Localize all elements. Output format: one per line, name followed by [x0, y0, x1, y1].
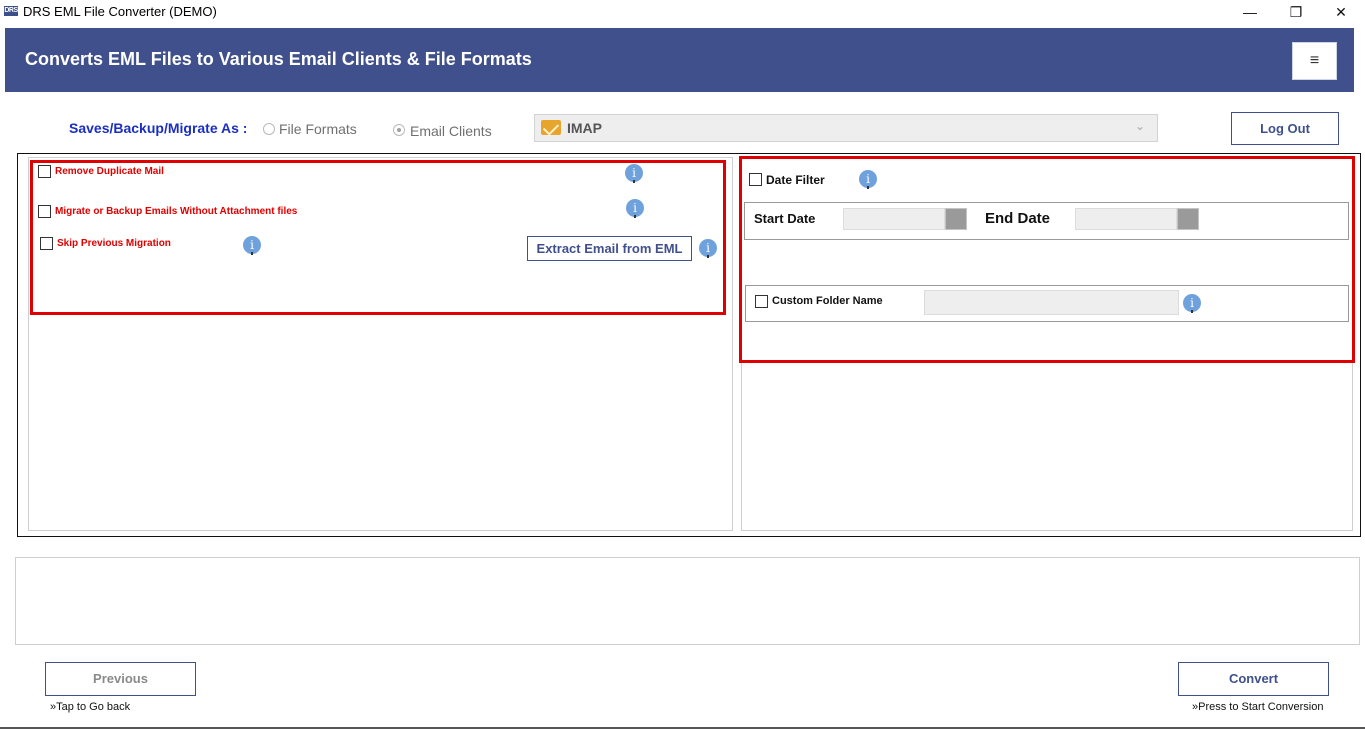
- window-title: DRS EML File Converter (DEMO): [23, 4, 217, 19]
- email-client-select[interactable]: IMAP ⌄: [534, 114, 1158, 142]
- info-icon[interactable]: i: [626, 199, 644, 218]
- end-date-label: End Date: [985, 210, 1051, 227]
- header-banner: Converts EML Files to Various Email Clie…: [5, 28, 1354, 92]
- start-date-label: Start Date: [754, 211, 816, 226]
- log-output-area: [15, 557, 1360, 645]
- info-icon[interactable]: i: [859, 170, 877, 189]
- without-attachment-label[interactable]: Migrate or Backup Emails Without Attachm…: [55, 206, 297, 217]
- remove-duplicate-checkbox[interactable]: [38, 165, 51, 178]
- calendar-icon[interactable]: [1177, 208, 1199, 230]
- hamburger-menu-button[interactable]: ≡: [1292, 42, 1337, 80]
- right-highlight-box: [739, 156, 1355, 363]
- imap-envelope-icon: [541, 120, 561, 135]
- window-titlebar: DRS DRS EML File Converter (DEMO) — ❐ ✕: [0, 0, 1365, 24]
- info-icon[interactable]: i: [625, 164, 643, 183]
- previous-button[interactable]: Previous: [45, 662, 196, 696]
- remove-duplicate-label[interactable]: Remove Duplicate Mail: [55, 166, 164, 177]
- skip-previous-checkbox[interactable]: [40, 237, 53, 250]
- start-date-field[interactable]: [843, 208, 945, 230]
- date-filter-checkbox[interactable]: [749, 173, 762, 186]
- extract-email-button[interactable]: Extract Email from EML: [527, 236, 692, 261]
- email-clients-radio[interactable]: [393, 124, 405, 136]
- close-button[interactable]: ✕: [1318, 0, 1364, 24]
- custom-folder-input[interactable]: [924, 290, 1179, 315]
- email-clients-label[interactable]: Email Clients: [410, 123, 492, 139]
- file-formats-radio[interactable]: [263, 123, 275, 135]
- page-title: Converts EML Files to Various Email Clie…: [25, 49, 532, 69]
- custom-folder-checkbox[interactable]: [755, 295, 768, 308]
- info-icon[interactable]: i: [1183, 294, 1201, 313]
- date-filter-label[interactable]: Date Filter: [766, 173, 825, 187]
- file-formats-label[interactable]: File Formats: [279, 121, 357, 137]
- log-out-button[interactable]: Log Out: [1231, 112, 1339, 145]
- calendar-icon[interactable]: [945, 208, 967, 230]
- minimize-button[interactable]: —: [1227, 0, 1273, 24]
- selected-client-value: IMAP: [567, 120, 602, 136]
- chevron-down-icon[interactable]: ⌄: [1135, 119, 1145, 133]
- app-logo-icon: DRS: [4, 6, 18, 16]
- convert-hint: »Press to Start Conversion: [1192, 701, 1324, 713]
- previous-hint: »Tap to Go back: [50, 701, 131, 713]
- end-date-field[interactable]: [1075, 208, 1177, 230]
- without-attachment-checkbox[interactable]: [38, 205, 51, 218]
- info-icon[interactable]: i: [699, 239, 717, 258]
- maximize-button[interactable]: ❐: [1273, 0, 1319, 24]
- skip-previous-label[interactable]: Skip Previous Migration: [57, 238, 171, 249]
- convert-button[interactable]: Convert: [1178, 662, 1329, 696]
- saves-as-label: Saves/Backup/Migrate As :: [69, 120, 248, 136]
- info-icon[interactable]: i: [243, 236, 261, 255]
- custom-folder-label[interactable]: Custom Folder Name: [772, 295, 883, 307]
- hamburger-icon: ≡: [1309, 52, 1320, 69]
